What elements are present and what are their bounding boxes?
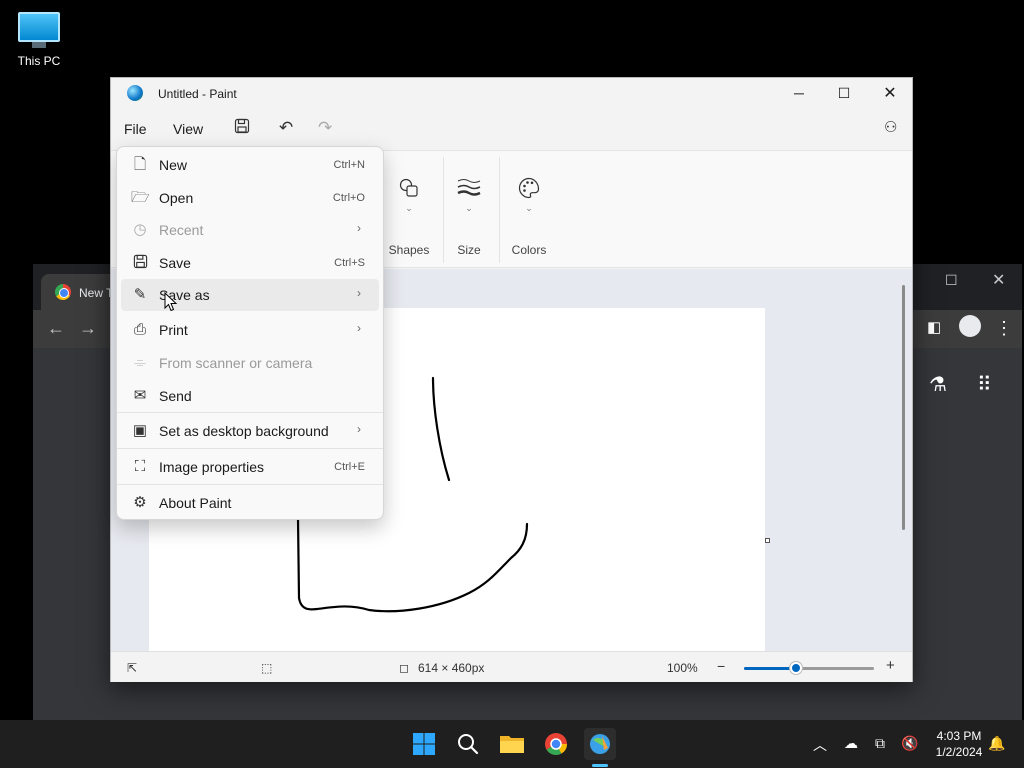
vertical-scrollbar[interactable]: [902, 285, 905, 530]
zoom-out-icon[interactable]: −: [717, 658, 725, 674]
close-button[interactable]: ✕: [867, 78, 913, 108]
onedrive-offline-icon[interactable]: ☁: [844, 735, 858, 752]
zoom-percent: 100%: [667, 661, 698, 675]
scanner-icon: ⌯: [133, 354, 146, 371]
menu-item-open[interactable]: 🗁 Open Ctrl+O: [121, 182, 379, 214]
paint-taskbar-icon[interactable]: [584, 728, 616, 760]
maximize-button[interactable]: ☐: [821, 78, 867, 108]
zoom-slider[interactable]: [744, 662, 874, 674]
zoom-slider-fill: [744, 667, 796, 670]
save-icon[interactable]: [234, 118, 250, 139]
side-panel-icon[interactable]: ◧: [927, 318, 941, 336]
chrome-taskbar-icon[interactable]: [540, 728, 572, 760]
file-dropdown-menu: 🗋 New Ctrl+N 🗁 Open Ctrl+O ◷ Recent › Sa…: [116, 146, 384, 520]
menu-item-image-properties[interactable]: ⛶ Image properties Ctrl+E: [121, 451, 379, 483]
chevron-down-icon: ⌄: [405, 203, 413, 213]
chrome-tab-title: New T: [79, 286, 114, 300]
mouse-cursor-icon: [164, 292, 178, 312]
chevron-right-icon: ›: [357, 422, 361, 436]
save-icon: [131, 254, 149, 272]
this-pc-desktop-icon[interactable]: This PC: [12, 8, 66, 78]
folder-icon: 🗁: [131, 189, 150, 206]
paint-titlebar: Untitled - Paint ─ ☐ ✕: [111, 78, 912, 108]
volume-muted-icon[interactable]: 🔇: [901, 735, 918, 752]
canvas-resize-handle[interactable]: [765, 538, 770, 543]
pointer-icon: ⇱: [127, 661, 138, 675]
chevron-up-icon[interactable]: ︿: [813, 735, 827, 755]
desktop-icon-label: This PC: [17, 54, 61, 68]
chrome-icon: [55, 284, 71, 300]
start-windows-icon[interactable]: [408, 728, 440, 760]
menu-item-scanner: ⌯ From scanner or camera: [121, 347, 379, 379]
search-icon[interactable]: [452, 728, 484, 760]
notification-bell-icon[interactable]: 🔔: [988, 735, 1005, 752]
redo-icon[interactable]: ↷: [318, 118, 332, 138]
menu-separator: [117, 412, 383, 413]
menu-separator: [117, 448, 383, 449]
profile-avatar[interactable]: [959, 315, 981, 337]
selection-icon: ⬚: [261, 661, 273, 675]
colors-group[interactable]: ⌄ Colors: [503, 151, 555, 269]
line-size-icon: [445, 177, 493, 201]
chevron-right-icon: ›: [357, 321, 361, 335]
file-explorer-icon[interactable]: [496, 728, 528, 760]
back-arrow-icon[interactable]: ←: [47, 318, 65, 339]
shapes-icon: [381, 177, 437, 201]
chevron-down-icon: ⌄: [525, 203, 533, 213]
chrome-close-icon[interactable]: ✕: [992, 270, 1005, 290]
canvas-size-icon: ◻: [399, 661, 409, 675]
palette-icon: [503, 177, 555, 201]
zoom-in-icon[interactable]: +: [886, 657, 895, 674]
window-title: Untitled - Paint: [158, 87, 237, 101]
menu-item-save-as[interactable]: ✎ Save as ›: [121, 279, 379, 311]
minimize-button[interactable]: ─: [776, 78, 822, 108]
menu-item-send[interactable]: ✉ Send: [121, 380, 379, 412]
undo-icon[interactable]: ↶: [279, 118, 293, 138]
active-app-indicator: [592, 764, 608, 767]
mail-icon: ✉: [133, 387, 147, 404]
desktop-background-icon: ▣: [132, 422, 148, 439]
zoom-slider-thumb[interactable]: [790, 662, 802, 674]
size-label: Size: [457, 243, 481, 257]
system-clock[interactable]: 4:03 PM 1/2/2024: [924, 728, 994, 760]
menu-item-about-paint[interactable]: ⚙ About Paint: [121, 487, 379, 519]
account-icon[interactable]: ⚇: [884, 118, 897, 136]
image-properties-icon: ⛶: [134, 458, 146, 475]
menu-item-recent: ◷ Recent ›: [121, 214, 379, 246]
network-icon[interactable]: ⧉: [875, 735, 885, 752]
clock-date: 1/2/2024: [935, 745, 983, 759]
printer-icon: ⎙: [133, 321, 146, 338]
more-menu-icon[interactable]: ⋮: [995, 318, 1013, 339]
save-as-icon: ✎: [133, 286, 147, 303]
paint-menubar: File View ↶ ↷ ⚇: [111, 108, 912, 150]
view-menu[interactable]: View: [173, 121, 203, 137]
menu-item-save[interactable]: Save Ctrl+S: [121, 247, 379, 279]
colors-label: Colors: [511, 243, 547, 257]
apps-grid-icon[interactable]: ⠿: [977, 372, 992, 397]
chrome-maximize-icon[interactable]: ☐: [945, 272, 958, 289]
chevron-down-icon: ⌄: [465, 203, 473, 213]
gear-icon: ⚙: [133, 494, 147, 511]
canvas-dimensions: 614 × 460px: [418, 661, 485, 675]
shapes-label: Shapes: [388, 243, 430, 257]
size-group[interactable]: ⌄ Size: [445, 151, 493, 269]
menu-item-print[interactable]: ⎙ Print ›: [121, 314, 379, 346]
status-bar: ⇱ ⬚ ◻ 614 × 460px 100% − +: [111, 651, 912, 682]
new-file-icon: 🗋: [133, 156, 147, 173]
forward-arrow-icon[interactable]: →: [79, 318, 97, 339]
chevron-right-icon: ›: [357, 286, 361, 300]
file-menu[interactable]: File: [124, 121, 147, 137]
taskbar: ︿ ☁ ⧉ 🔇 4:03 PM 1/2/2024 🔔: [0, 720, 1024, 768]
menu-separator: [117, 484, 383, 485]
menu-item-new[interactable]: 🗋 New Ctrl+N: [121, 149, 379, 181]
menu-item-set-desktop-background[interactable]: ▣ Set as desktop background ›: [121, 415, 379, 447]
labs-flask-icon[interactable]: ⚗: [929, 372, 947, 397]
clock-time: 4:03 PM: [936, 729, 982, 743]
monitor-icon: [18, 12, 60, 42]
paint-app-icon: [127, 85, 143, 101]
chevron-right-icon: ›: [357, 221, 361, 235]
clock-icon: ◷: [133, 221, 147, 238]
shapes-group[interactable]: ⌄ Shapes: [381, 151, 437, 269]
